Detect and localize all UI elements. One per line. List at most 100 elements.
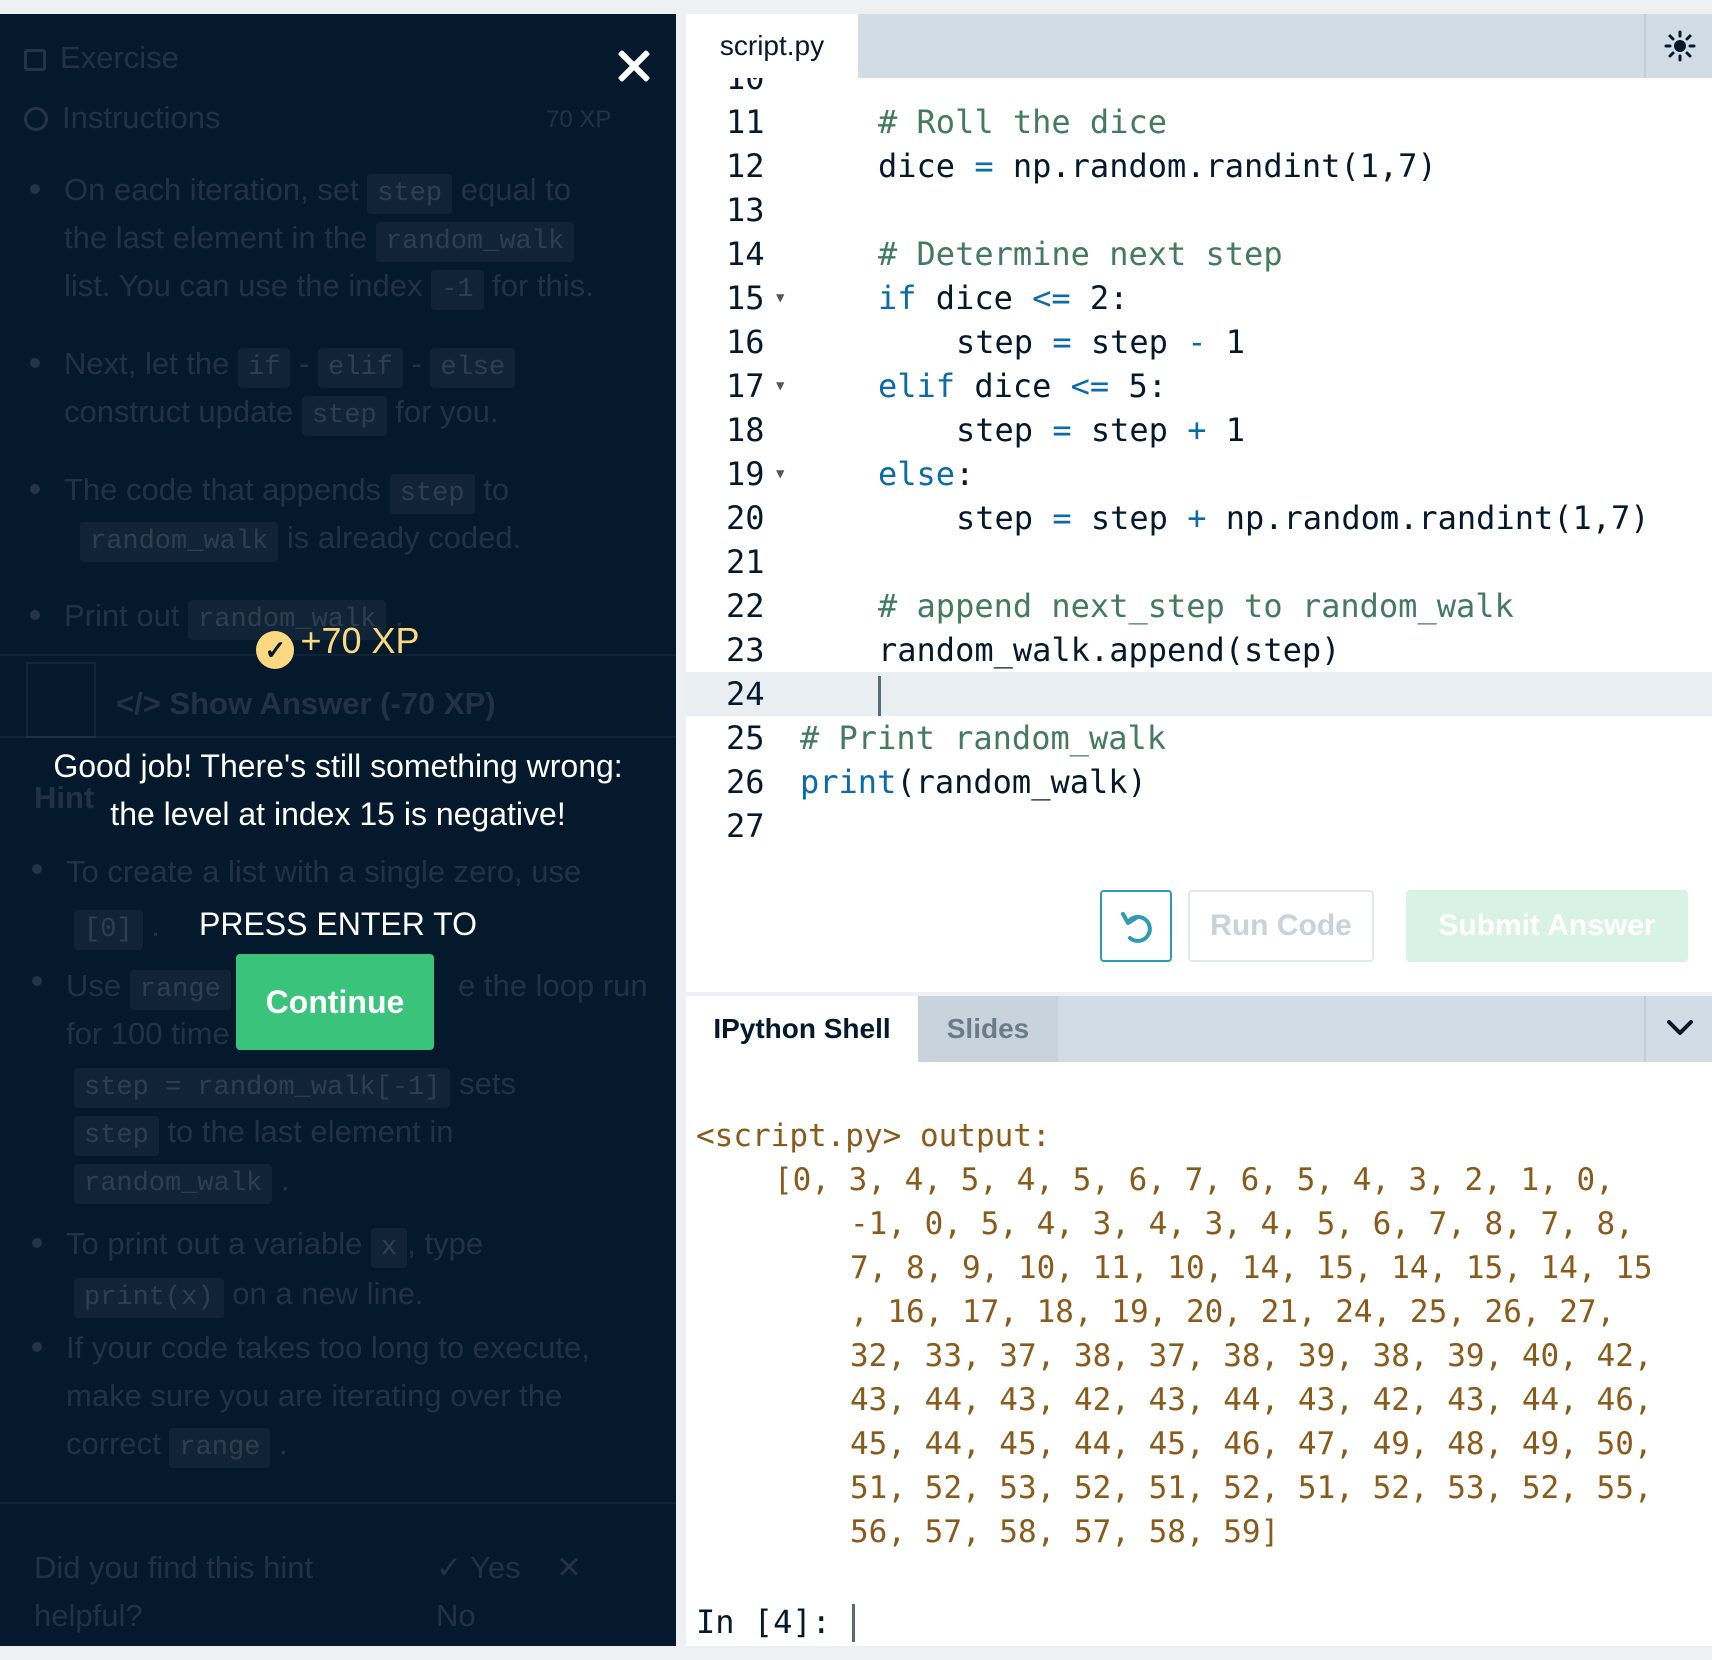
output-line: 45, 44, 45, 44, 45, 46, 47, 49, 48, 49, … bbox=[850, 1426, 1653, 1462]
output-line: 32, 33, 37, 38, 37, 38, 39, 38, 39, 40, … bbox=[850, 1338, 1653, 1374]
output-line: [0, 3, 4, 5, 4, 5, 6, 7, 6, 5, 4, 3, 2, … bbox=[774, 1162, 1614, 1198]
code-text: step = step + np.random.randint(1,7) bbox=[956, 499, 1650, 537]
output-line: 7, 8, 9, 10, 11, 10, 14, 15, 14, 15, 14,… bbox=[850, 1250, 1653, 1286]
instruction-text: Next, let the if - elif - else bbox=[64, 340, 516, 388]
code-line[interactable]: 27 bbox=[686, 804, 1712, 848]
bullet bbox=[30, 358, 40, 368]
ipython-shell-panel: IPython Shell Slides <script.py> output:… bbox=[686, 996, 1712, 1646]
line-number: 21 bbox=[726, 543, 765, 581]
hint-text: random_walk . bbox=[74, 1156, 289, 1204]
check-circle-icon bbox=[24, 107, 48, 131]
hint-text: step = random_walk[-1] sets bbox=[74, 1060, 516, 1108]
hint-text: e the loop run bbox=[458, 968, 648, 1003]
code-text: else: bbox=[878, 455, 975, 493]
submit-answer-button[interactable]: Submit Answer bbox=[1406, 890, 1688, 962]
continue-button[interactable]: Continue bbox=[236, 954, 434, 1050]
code-text: # Print random_walk bbox=[800, 719, 1167, 757]
line-number: 20 bbox=[726, 499, 765, 537]
code-line[interactable]: 26 print(random_walk) bbox=[686, 760, 1712, 804]
close-icon[interactable] bbox=[610, 42, 658, 90]
hint-text: To create a list with a single zero, use bbox=[66, 854, 582, 889]
fold-arrow-icon[interactable]: ▼ bbox=[776, 276, 784, 320]
instruction-text: The code that appends step to bbox=[64, 466, 509, 514]
hint-text: To print out a variable x, type bbox=[66, 1220, 483, 1268]
line-number: 12 bbox=[726, 147, 765, 185]
code-line[interactable]: 24 bbox=[686, 672, 1712, 716]
code-text: random_walk.append(step) bbox=[878, 631, 1341, 669]
feedback-message: Good job! There's still something wrong:… bbox=[20, 742, 656, 838]
feedback-yes-button[interactable]: ✓ Yes bbox=[436, 1544, 521, 1592]
output-line: 43, 44, 43, 42, 43, 44, 43, 42, 43, 44, … bbox=[850, 1382, 1653, 1418]
code-text: step = step + 1 bbox=[956, 411, 1245, 449]
code-text: if dice <= 2: bbox=[878, 279, 1129, 317]
hint-text: If your code takes too long to execute, bbox=[66, 1330, 590, 1365]
instruction-text: construct update step for you. bbox=[64, 388, 499, 436]
instruction-text: the last element in the random_walk bbox=[64, 214, 575, 262]
code-line[interactable]: 12 dice = np.random.randint(1,7) bbox=[686, 144, 1712, 188]
check-circle-icon: ✓ bbox=[256, 631, 295, 669]
divider bbox=[0, 736, 676, 738]
output-line: 51, 52, 53, 52, 51, 52, 51, 52, 53, 52, … bbox=[850, 1470, 1653, 1506]
editor-tabbar: script.py bbox=[686, 14, 1712, 78]
chevron-down-icon[interactable] bbox=[1644, 996, 1712, 1062]
line-number: 26 bbox=[726, 763, 765, 801]
exercise-icon bbox=[24, 49, 46, 71]
text-cursor[interactable] bbox=[852, 1604, 855, 1642]
bullet bbox=[30, 484, 40, 494]
run-code-button[interactable]: Run Code bbox=[1188, 890, 1374, 962]
hint-text: print(x) on a new line. bbox=[74, 1270, 424, 1318]
feedback-question: helpful? bbox=[34, 1598, 143, 1633]
line-number: 22 bbox=[726, 587, 765, 625]
code-line[interactable]: 25 # Print random_walk bbox=[686, 716, 1712, 760]
hint-text: correct range . bbox=[66, 1420, 288, 1468]
xp-badge: 70 XP bbox=[546, 106, 612, 133]
code-line[interactable]: 19 ▼ else: bbox=[686, 452, 1712, 496]
tab-slides[interactable]: Slides bbox=[918, 996, 1058, 1062]
settings-sun-icon[interactable] bbox=[1644, 14, 1712, 78]
code-line[interactable]: 21 bbox=[686, 540, 1712, 584]
code-text: # append next_step to random_walk bbox=[878, 587, 1514, 625]
code-line[interactable]: 20 step = step + np.random.randint(1,7) bbox=[686, 496, 1712, 540]
code-text: # Determine next step bbox=[878, 235, 1283, 273]
code-line[interactable]: 13 bbox=[686, 188, 1712, 232]
line-number: 14 bbox=[726, 235, 765, 273]
code-line[interactable]: 22 # append next_step to random_walk bbox=[686, 584, 1712, 628]
checkmark-icon: ✓ bbox=[436, 1550, 462, 1585]
lightbulb-icon bbox=[26, 662, 96, 738]
code-line[interactable]: 18 step = step + 1 bbox=[686, 408, 1712, 452]
feedback-question: Did you find this hint bbox=[34, 1550, 314, 1585]
line-number: 25 bbox=[726, 719, 765, 757]
feedback-no-button[interactable]: No bbox=[436, 1592, 476, 1640]
code-line[interactable]: 15 ▼ if dice <= 2: bbox=[686, 276, 1712, 320]
divider bbox=[0, 1502, 676, 1504]
reset-icon bbox=[1121, 912, 1152, 943]
instruction-text: list. You can use the index -1 for this. bbox=[64, 262, 594, 310]
reset-button[interactable] bbox=[1100, 890, 1172, 962]
fold-arrow-icon[interactable]: ▼ bbox=[776, 364, 784, 408]
press-enter-label: PRESS ENTER TO bbox=[199, 906, 477, 942]
code-text: dice = np.random.randint(1,7) bbox=[878, 147, 1437, 185]
fold-arrow-icon[interactable]: ▼ bbox=[776, 452, 784, 496]
line-number: 13 bbox=[726, 191, 765, 229]
line-number: 10 bbox=[726, 78, 765, 97]
code-line[interactable]: 14 # Determine next step bbox=[686, 232, 1712, 276]
instruction-text: random_walk is already coded. bbox=[80, 514, 521, 562]
output-line: -1, 0, 5, 4, 3, 4, 3, 4, 5, 6, 7, 8, 7, … bbox=[850, 1206, 1634, 1242]
code-text: step = step - 1 bbox=[956, 323, 1245, 361]
hint-text: step to the last element in bbox=[74, 1108, 454, 1156]
code-line[interactable]: 17 ▼ elif dice <= 5: bbox=[686, 364, 1712, 408]
code-editor: script.py 10 11 # Roll the dice 12 dice = np… bbox=[686, 14, 1712, 992]
hint-text: Use range bbox=[66, 962, 231, 1010]
show-answer-button[interactable]: </> Show Answer (-70 XP) bbox=[116, 680, 496, 728]
code-line[interactable]: 11 # Roll the dice bbox=[686, 100, 1712, 144]
code-line[interactable]: 16 step = step - 1 bbox=[686, 320, 1712, 364]
line-number: 18 bbox=[726, 411, 765, 449]
code-text: # Roll the dice bbox=[878, 103, 1167, 141]
code-area[interactable]: 10 11 # Roll the dice 12 dice = np.random.ra… bbox=[686, 78, 1712, 898]
line-number: 16 bbox=[726, 323, 765, 361]
code-line[interactable]: 23 random_walk.append(step) bbox=[686, 628, 1712, 672]
output-line: , 16, 17, 18, 19, 20, 21, 24, 25, 26, 27… bbox=[850, 1294, 1616, 1330]
tab-ipython-shell[interactable]: IPython Shell bbox=[686, 996, 918, 1062]
tab-script-py[interactable]: script.py bbox=[686, 14, 858, 78]
code-line[interactable]: 10 bbox=[686, 78, 1712, 100]
